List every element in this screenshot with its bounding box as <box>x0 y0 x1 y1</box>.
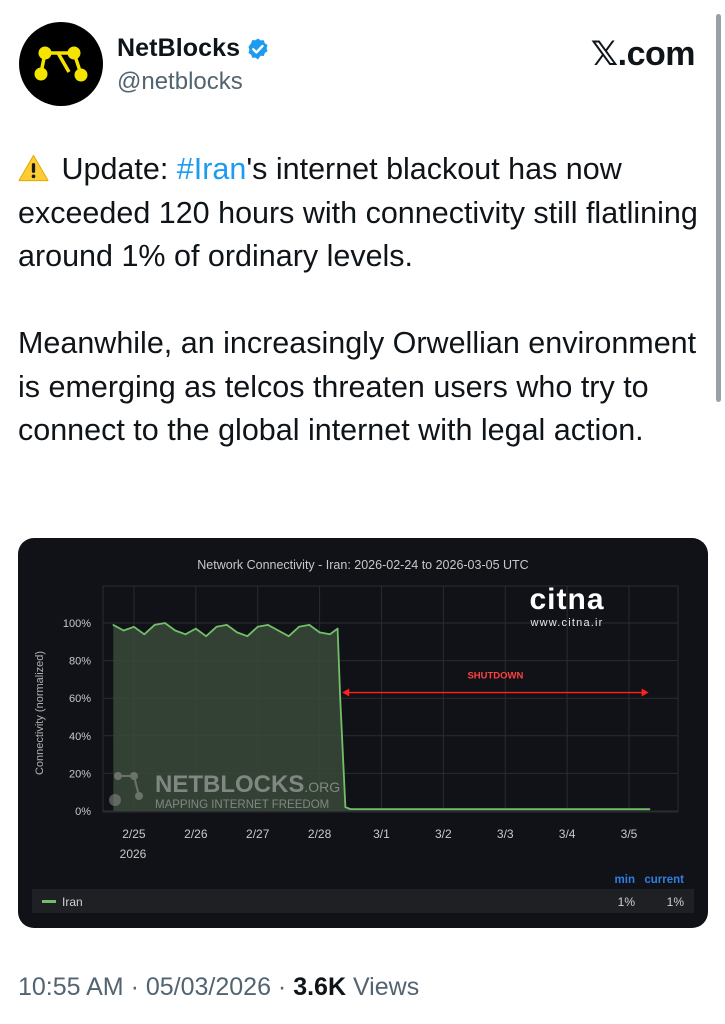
series-point <box>442 808 445 810</box>
series-point <box>504 808 507 810</box>
netblocks-watermark-brand: NETBLOCKS <box>155 771 304 798</box>
verified-badge-icon <box>248 38 268 59</box>
series-point <box>112 624 115 626</box>
series-point <box>628 808 630 810</box>
series-point <box>256 625 259 628</box>
netblocks-watermark-tagline: MAPPING INTERNET FREEDOM <box>155 799 329 811</box>
series-point <box>597 808 599 810</box>
series-point <box>339 697 342 699</box>
series-point <box>298 625 300 628</box>
series-point <box>277 629 280 632</box>
series-point <box>287 635 290 637</box>
x-tick-label: 3/5 <box>621 827 638 841</box>
series-point <box>308 624 311 626</box>
series-point <box>411 808 414 810</box>
x-tick-label: 2/27 <box>246 827 270 841</box>
series-point <box>143 633 146 636</box>
chart-title: Network Connectivity - Iran: 2026-02-24 … <box>197 558 528 572</box>
warning-icon <box>18 154 49 182</box>
series-point <box>566 808 568 810</box>
x-axis-year: 2026 <box>120 847 147 861</box>
x-tick-label: 3/4 <box>559 827 576 841</box>
views-count: 3.6K <box>293 973 347 1001</box>
series-point <box>473 808 476 810</box>
legend-current-header[interactable]: current <box>644 874 684 886</box>
x-tick-label: 2/25 <box>122 827 146 841</box>
connectivity-chart: Network Connectivity - Iran: 2026-02-24 … <box>32 558 694 913</box>
series-point <box>184 633 187 636</box>
site-label: 𝕏.com <box>590 35 696 73</box>
series-point <box>164 622 166 624</box>
chart-image[interactable]: Network Connectivity - Iran: 2026-02-24 … <box>18 538 708 928</box>
shutdown-annotation: SHUTDOWN <box>342 671 649 697</box>
legend-min-value: 1% <box>618 895 636 909</box>
series-point <box>318 631 321 634</box>
y-axis-ticks: 0% 20% 40% 60% 80% 100% <box>63 618 91 818</box>
x-tick-label: 3/1 <box>373 827 390 841</box>
meta-separator: · <box>123 973 146 1001</box>
tweet-text: Update: #Iran's internet blackout has no… <box>18 148 698 453</box>
legend-current-value: 1% <box>667 895 685 909</box>
y-tick-label: 100% <box>63 618 91 630</box>
series-point <box>535 808 537 810</box>
series-point <box>153 624 156 626</box>
author-handle[interactable]: @netblocks <box>117 68 243 96</box>
series-point <box>122 629 125 632</box>
scrollbar[interactable] <box>716 14 721 402</box>
x-axis-ticks: 2/25 2/26 2/27 2/28 3/1 3/2 3/3 3/4 3/5 <box>122 827 637 841</box>
series-point <box>236 631 238 634</box>
series-point <box>349 808 352 810</box>
y-tick-label: 80% <box>69 656 91 668</box>
series-point <box>380 808 383 810</box>
legend-series-name: Iran <box>62 895 83 909</box>
y-tick-label: 40% <box>69 731 91 743</box>
series-point <box>195 627 197 630</box>
shutdown-arrow-right-icon <box>641 688 649 697</box>
citna-url: www.citna.ir <box>529 617 603 629</box>
tweet-paragraph-1: Update: #Iran's internet blackout has no… <box>18 148 698 279</box>
tweet-time[interactable]: 10:55 AM <box>18 973 124 1001</box>
y-tick-label: 60% <box>69 693 91 705</box>
hashtag-link[interactable]: #Iran <box>177 152 247 186</box>
y-tick-label: 0% <box>75 806 91 818</box>
x-tick-label: 3/2 <box>435 827 452 841</box>
author-display-name[interactable]: NetBlocks <box>117 34 240 63</box>
series-point <box>648 808 651 810</box>
legend-min-header[interactable]: min <box>615 874 635 886</box>
series-point <box>174 629 176 632</box>
legend-swatch <box>42 900 56 903</box>
series-point <box>215 625 218 628</box>
tweet-paragraph-2: Meanwhile, an increasingly Orwellian env… <box>18 326 697 447</box>
series-point <box>205 635 207 637</box>
series-point <box>225 624 228 626</box>
series-point <box>344 806 347 809</box>
series-point <box>133 625 135 628</box>
netblocks-watermark-suffix: .ORG <box>304 779 340 795</box>
tweet-meta: 10:55 AM · 05/03/2026 · 3.6K Views <box>18 973 419 1002</box>
y-tick-label: 20% <box>69 768 91 780</box>
legend-row[interactable] <box>32 889 694 913</box>
citna-watermark: citna www.citna.ir <box>529 583 604 629</box>
series-point <box>336 627 339 630</box>
series-point <box>246 635 249 637</box>
citna-brand: citna <box>529 583 604 616</box>
tweet-date[interactable]: 05/03/2026 <box>146 973 271 1001</box>
views-label: Views <box>346 973 420 1001</box>
x-tick-label: 3/3 <box>497 827 514 841</box>
netblocks-logo-icon <box>34 46 88 82</box>
y-axis-label: Connectivity (normalized) <box>34 651 46 775</box>
x-tick-label: 2/26 <box>184 827 208 841</box>
shutdown-arrow-left-icon <box>342 688 350 697</box>
x-tick-label: 2/28 <box>308 827 332 841</box>
shutdown-label: SHUTDOWN <box>467 671 523 682</box>
series-point <box>267 624 269 626</box>
tweet-text-prefix: Update: <box>53 152 177 186</box>
series-point <box>329 633 331 636</box>
meta-separator-2: · <box>270 973 294 1001</box>
author-avatar[interactable] <box>19 22 103 106</box>
